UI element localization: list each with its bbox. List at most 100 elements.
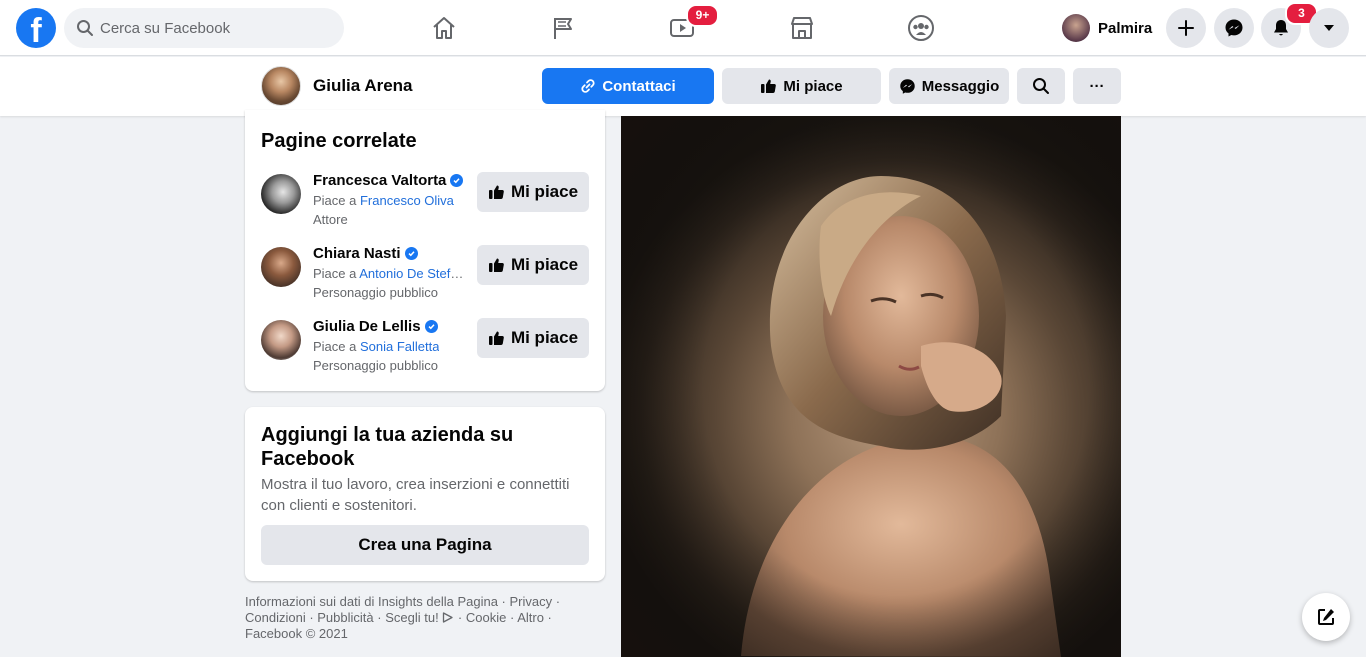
create-page-button[interactable]: Crea una Pagina	[261, 525, 589, 565]
page-category: Personaggio pubblico	[313, 285, 439, 300]
thumbs-up-icon	[761, 79, 777, 93]
related-pages-card: Pagine correlate Francesca Valtorta Piac…	[245, 110, 605, 391]
related-pages-title: Pagine correlate	[261, 130, 417, 152]
compose-icon	[1318, 609, 1334, 625]
page-photo[interactable]	[621, 116, 1121, 657]
like-button[interactable]: Mi piace	[477, 172, 589, 212]
store-icon	[791, 17, 813, 39]
list-item: Francesca Valtorta Piace a Francesco Oli…	[261, 172, 589, 232]
footer-links: Informazioni sui dati di Insights della …	[245, 594, 610, 642]
footer-copyright: Facebook © 2021	[245, 626, 348, 641]
watch-badge: 9+	[686, 4, 719, 27]
like-button-label: Mi piace	[510, 255, 579, 274]
contact-button[interactable]: Contattaci	[542, 68, 714, 104]
message-button[interactable]: Messaggio	[889, 68, 1009, 104]
search-box[interactable]	[64, 8, 344, 48]
groups-icon	[908, 15, 934, 41]
footer-link[interactable]: Scegli tu!	[385, 610, 438, 625]
messenger-button[interactable]	[1214, 8, 1254, 48]
message-label: Messaggio	[921, 77, 1000, 95]
messenger-icon	[900, 78, 915, 94]
footer-separator: ·	[552, 594, 561, 609]
search-icon	[77, 20, 93, 36]
footer-separator: ·	[373, 610, 386, 625]
liked-by-link[interactable]: Sonia Falletta	[360, 339, 440, 354]
like-button[interactable]: Mi piace	[477, 318, 589, 358]
related-page-name-text[interactable]: Giulia De Lellis	[313, 318, 421, 335]
liked-by-link[interactable]: Antonio De Stefa...	[359, 266, 465, 281]
caret-down-icon	[1324, 25, 1334, 31]
liked-by-prefix: Piace a	[313, 193, 360, 208]
thumbs-up-icon	[488, 185, 504, 199]
page-avatar[interactable]	[261, 66, 301, 106]
new-message-button[interactable]	[1302, 593, 1350, 641]
like-button[interactable]: Mi piace	[477, 245, 589, 285]
add-business-card: Aggiungi la tua azienda su Facebook Most…	[245, 407, 605, 581]
ad-choices-icon[interactable]	[442, 612, 454, 623]
footer-link[interactable]: Altro	[517, 610, 544, 625]
related-page-name-text[interactable]: Francesca Valtorta	[313, 172, 446, 189]
liked-by-link[interactable]: Francesco Oliva	[360, 193, 454, 208]
page-search-button[interactable]	[1017, 68, 1065, 104]
footer-separator: ·	[305, 610, 318, 625]
link-icon	[581, 79, 595, 93]
watch-tab[interactable]: 9+	[662, 4, 719, 48]
related-page-name[interactable]: Giulia De Lellis	[313, 318, 438, 335]
home-tab[interactable]	[424, 8, 464, 48]
list-item: Giulia De Lellis Piace a Sonia Falletta …	[261, 318, 589, 378]
verified-badge-icon	[424, 320, 438, 333]
footer-link[interactable]: Pubblicità	[317, 610, 373, 625]
home-icon	[433, 17, 455, 39]
search-icon	[1033, 78, 1049, 94]
search-input[interactable]	[100, 8, 330, 48]
top-navigation-bar: f 9+	[0, 0, 1366, 56]
add-business-description: Mostra il tuo lavoro, crea inserzioni e …	[261, 476, 570, 514]
create-button[interactable]	[1166, 8, 1206, 48]
like-page-button[interactable]: Mi piace	[722, 68, 881, 104]
verified-badge-icon	[404, 247, 418, 260]
more-icon: ···	[1089, 77, 1105, 95]
avatar[interactable]	[261, 174, 301, 214]
footer-link[interactable]: Informazioni sui dati di Insights della …	[245, 594, 498, 609]
related-page-name[interactable]: Francesca Valtorta	[313, 172, 464, 189]
page-category: Attore	[313, 212, 348, 227]
marketplace-tab[interactable]	[782, 8, 822, 48]
like-label: Mi piace	[783, 77, 843, 95]
profile-shortcut[interactable]: Palmira	[1058, 10, 1156, 46]
more-options-button[interactable]: ···	[1073, 68, 1121, 104]
pages-tab[interactable]	[543, 8, 583, 48]
thumbs-up-icon	[488, 258, 504, 272]
profile-name: Palmira	[1098, 19, 1153, 37]
footer-link[interactable]: Condizioni	[245, 610, 306, 625]
footer-separator: ·	[454, 610, 466, 625]
facebook-logo[interactable]: f	[16, 8, 56, 48]
related-page-name-text[interactable]: Chiara Nasti	[313, 245, 401, 262]
like-button-label: Mi piace	[510, 182, 579, 201]
account-menu-button[interactable]	[1309, 8, 1349, 48]
groups-tab[interactable]	[901, 8, 941, 48]
plus-icon	[1178, 20, 1194, 36]
like-button-label: Mi piace	[510, 328, 579, 347]
list-item: Chiara Nasti Piace a Antonio De Stefa...…	[261, 245, 589, 305]
footer-link[interactable]: Cookie	[466, 610, 506, 625]
related-page-name[interactable]: Chiara Nasti	[313, 245, 418, 262]
flag-icon	[554, 18, 572, 39]
page-name[interactable]: Giulia Arena	[313, 76, 413, 96]
notifications-button[interactable]: 3	[1261, 2, 1318, 48]
contact-label: Contattaci	[602, 77, 676, 95]
messenger-icon	[1225, 19, 1243, 37]
footer-separator: ·	[543, 610, 552, 625]
footer-link[interactable]: Privacy	[510, 594, 553, 609]
avatar[interactable]	[261, 247, 301, 287]
thumbs-up-icon	[488, 331, 504, 345]
add-business-title: Aggiungi la tua azienda su Facebook	[261, 424, 514, 470]
liked-by-text: Piace a Sonia Falletta	[313, 339, 439, 354]
footer-separator: ·	[497, 594, 510, 609]
footer-separator: ·	[506, 610, 518, 625]
avatar[interactable]	[261, 320, 301, 360]
liked-by-prefix: Piace a	[313, 266, 360, 281]
liked-by-prefix: Piace a	[313, 339, 360, 354]
verified-badge-icon	[450, 174, 464, 187]
liked-by-text: Piace a Antonio De Stefa...	[313, 266, 465, 281]
page-category: Personaggio pubblico	[313, 358, 439, 373]
